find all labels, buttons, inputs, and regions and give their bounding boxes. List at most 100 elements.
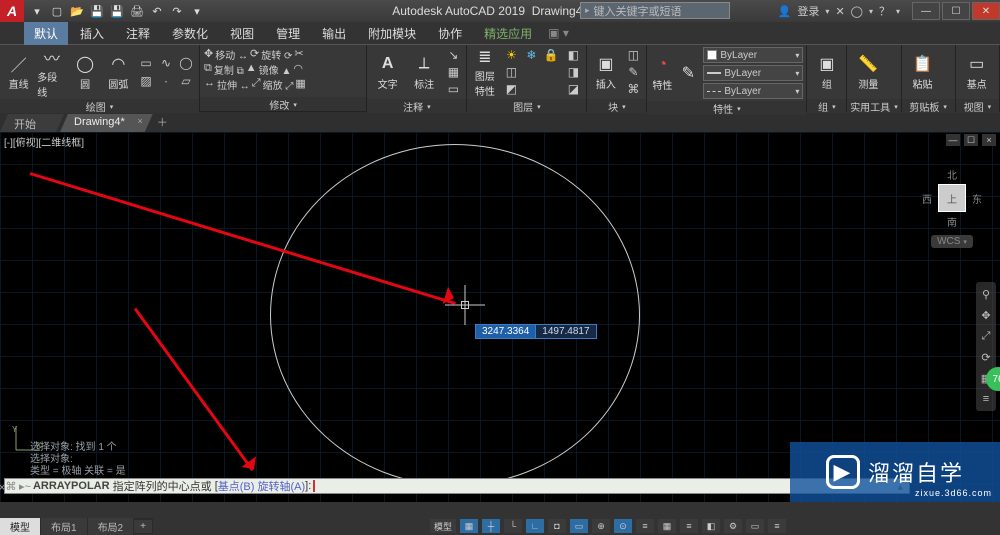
sb-model[interactable]: 模型 (430, 519, 456, 533)
help-icon[interactable]: ？ (879, 3, 890, 19)
panel-title-view[interactable]: 视图 (964, 99, 984, 114)
layer-on-icon[interactable]: ☀ (502, 47, 520, 63)
layer-match-icon[interactable]: ◩ (502, 81, 520, 97)
saveas-icon[interactable]: 💾 (110, 4, 124, 18)
nav-more-icon[interactable]: ≡ (983, 393, 989, 405)
leader-icon[interactable]: ↘ (444, 47, 462, 63)
tab-view[interactable]: 视图 (220, 22, 264, 45)
circle-button[interactable]: ◯圆 (71, 47, 100, 97)
spline-icon[interactable]: ∿ (157, 55, 175, 71)
layout-2[interactable]: 布局2 (88, 518, 134, 535)
sb-snap-icon[interactable]: ┼ (482, 519, 500, 533)
close-button[interactable]: ✕ (972, 2, 1000, 20)
group-button[interactable]: ▣组 (811, 47, 842, 97)
ribbon-expand-icon[interactable]: ▣ ▾ (544, 26, 573, 40)
vp-max-icon[interactable]: ☐ (964, 134, 978, 146)
tab-collab[interactable]: 协作 (428, 22, 472, 45)
linetype-combo[interactable]: ByLayer (703, 83, 803, 99)
viewcube-s[interactable]: 南 (922, 214, 982, 229)
nav-pan-icon[interactable]: ✥ (981, 309, 990, 322)
attr-icon[interactable]: ⌘ (624, 81, 642, 97)
arc-button[interactable]: ◠圆弧 (104, 47, 133, 97)
navigation-bar[interactable]: ⚲ ✥ ⤢ ⟳ ▦ ≡ (976, 282, 996, 411)
cmd-opt-axis[interactable]: 旋转轴(A) (257, 478, 305, 494)
cmd-close-icon[interactable]: × (0, 482, 6, 494)
sb-polar-icon[interactable]: ∟ (526, 519, 544, 533)
ellipse-icon[interactable]: ◯ (177, 55, 195, 71)
measure-button[interactable]: 📏测量 (851, 47, 885, 97)
layer-b-icon[interactable]: ◨ (564, 64, 582, 80)
panel-title-layers[interactable]: 图层 (513, 99, 533, 114)
mtext-icon[interactable]: ▭ (444, 81, 462, 97)
nav-zoom-icon[interactable]: ⤢ (982, 330, 991, 343)
minimize-button[interactable]: — (912, 2, 940, 20)
viewport-label[interactable]: [-][俯视][二维线框] (4, 134, 84, 149)
app-logo[interactable]: A (0, 0, 24, 22)
undo-icon[interactable]: ↶ (150, 4, 164, 18)
edit-block-icon[interactable]: ✎ (624, 64, 642, 80)
panel-title-clip[interactable]: 剪贴板 (909, 99, 939, 114)
panel-title-draw[interactable]: 绘图 (86, 99, 106, 114)
sb-ortho-icon[interactable]: └ (504, 519, 522, 533)
tab-annotate[interactable]: 注释 (116, 22, 160, 45)
new-tab-button[interactable]: ＋ (149, 112, 176, 132)
tab-addins[interactable]: 附加模块 (358, 22, 426, 45)
sb-3dosnap-icon[interactable]: ⊕ (592, 519, 610, 533)
rect-icon[interactable]: ▭ (137, 55, 155, 71)
signin-icon[interactable]: 👤 (778, 5, 792, 18)
rotate-icon[interactable]: ⟳ (250, 47, 259, 62)
copy-icon[interactable]: ⧉ (204, 62, 212, 77)
fillet-icon[interactable]: ◠ (293, 62, 303, 77)
tab-default[interactable]: 默认 (24, 22, 68, 45)
nav-orbit-icon[interactable]: ⟳ (981, 351, 990, 364)
sb-menu-icon[interactable]: ≡ (768, 519, 786, 533)
help-search-input[interactable]: 键入关键字或短语 (580, 2, 730, 19)
tab-output[interactable]: 输出 (312, 22, 356, 45)
sb-osnap-icon[interactable]: ▭ (570, 519, 588, 533)
save-icon[interactable]: 💾 (90, 4, 104, 18)
layout-add[interactable]: + (134, 520, 152, 533)
move-icon[interactable]: ✥ (204, 47, 213, 62)
file-tab-drawing4[interactable]: Drawing4*× (60, 114, 153, 132)
tab-insert[interactable]: 插入 (70, 22, 114, 45)
properties-button[interactable]: ◔特性 (651, 48, 673, 98)
insert-block-button[interactable]: ▣插入 (591, 47, 620, 97)
tab-featured[interactable]: 精选应用 (474, 22, 542, 45)
mirror-icon[interactable]: ▲ (246, 62, 257, 77)
panel-title-modify[interactable]: 修改 (269, 97, 289, 112)
a360-icon[interactable]: ◯ (851, 5, 863, 18)
viewcube-e[interactable]: 东 (972, 191, 982, 206)
lineweight-combo[interactable]: ByLayer (703, 65, 803, 81)
vp-min-icon[interactable]: — (946, 134, 960, 146)
viewcube-wcs[interactable]: WCS (931, 235, 973, 248)
signin-dd-icon[interactable]: ▾ (825, 7, 829, 16)
help-dd-icon[interactable]: ▾ (896, 7, 900, 16)
color-combo[interactable]: ByLayer (703, 47, 803, 63)
stretch-icon[interactable]: ↔ (204, 77, 215, 92)
a360-dd-icon[interactable]: ▾ (869, 7, 873, 16)
paste-button[interactable]: 📋粘贴 (906, 47, 940, 97)
layer-c-icon[interactable]: ◪ (564, 81, 582, 97)
sb-grid-icon[interactable]: ▦ (460, 519, 478, 533)
sb-otrack-icon[interactable]: ⊙ (614, 519, 632, 533)
signin-label[interactable]: 登录 (797, 3, 819, 19)
panel-title-block[interactable]: 块 (608, 99, 618, 114)
sb-lw-icon[interactable]: ≡ (636, 519, 654, 533)
polyline-button[interactable]: 〰多段线 (37, 47, 66, 97)
point-icon[interactable]: ∙ (157, 73, 175, 89)
redo-icon[interactable]: ↷ (170, 4, 184, 18)
sb-clean-icon[interactable]: ▭ (746, 519, 764, 533)
close-tab-icon[interactable]: × (137, 116, 142, 126)
exchange-icon[interactable]: ✕ (835, 5, 844, 18)
cmdline-handle-icon[interactable]: ⌘ (5, 480, 17, 493)
text-button[interactable]: A文字 (371, 47, 404, 97)
viewcube-w[interactable]: 西 (922, 191, 932, 206)
region-icon[interactable]: ▱ (177, 73, 195, 89)
sb-custom-icon[interactable]: ⚙ (724, 519, 742, 533)
qat-dd-icon[interactable]: ▾ (190, 4, 204, 18)
sb-qp-icon[interactable]: ≡ (680, 519, 698, 533)
panel-title-props[interactable]: 特性 (713, 101, 733, 116)
create-block-icon[interactable]: ◫ (624, 47, 642, 63)
plot-icon[interactable]: 🖨 (130, 4, 144, 18)
panel-title-util[interactable]: 实用工具 (850, 99, 890, 114)
